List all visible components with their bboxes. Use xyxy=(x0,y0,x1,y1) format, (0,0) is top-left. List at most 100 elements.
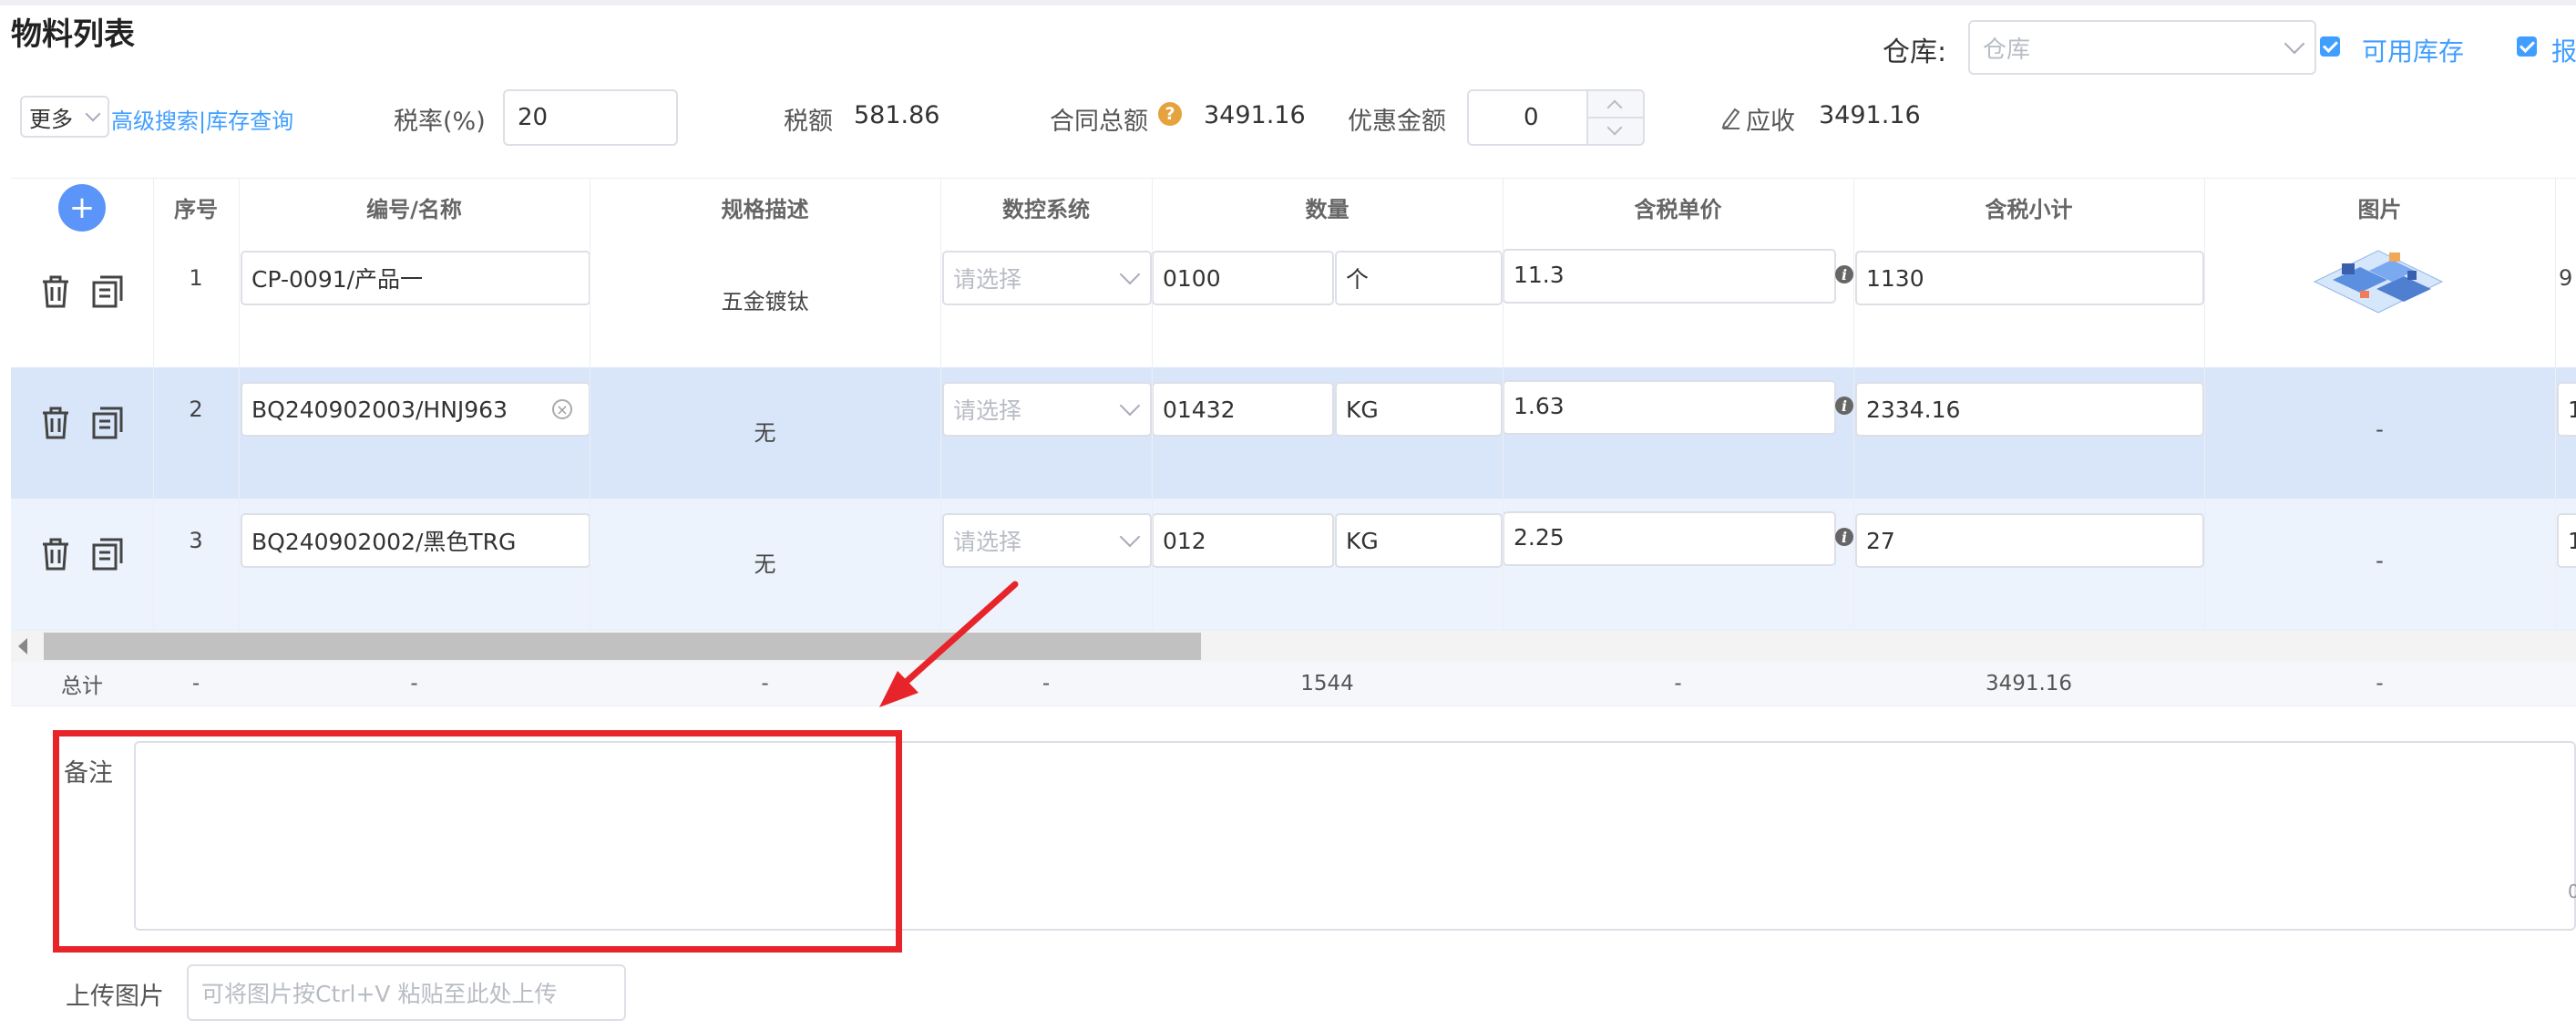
summary-row: 总计 - - - - 1544 - 3491.16 - xyxy=(11,662,2576,706)
summary-cnc: - xyxy=(1042,672,1051,695)
pencil-icon xyxy=(1720,106,1742,133)
unit-input[interactable]: KG xyxy=(1335,382,1503,437)
qty-value: 01432 xyxy=(1163,396,1236,423)
qty-input[interactable]: 01432 xyxy=(1152,382,1334,437)
trash-icon[interactable] xyxy=(40,274,71,313)
row-seq: 3 xyxy=(189,528,203,553)
cnc-select[interactable]: 请选择 xyxy=(942,513,1152,568)
link-separator: | xyxy=(199,108,207,134)
receivable-label: 应收 xyxy=(1746,108,1795,136)
col-header-cnc: 数控系统 xyxy=(1002,196,1090,222)
second-checkbox-label[interactable]: 报 xyxy=(2551,32,2576,68)
col-header-spec: 规格描述 xyxy=(721,196,809,222)
cnc-placeholder: 请选择 xyxy=(953,397,1022,424)
row-spec: 五金镀钛 xyxy=(721,289,809,314)
price-value: 11.3 xyxy=(1514,262,1565,288)
price-input[interactable]: 1.63 xyxy=(1503,380,1836,435)
scrollbar-thumb[interactable] xyxy=(44,633,1201,660)
unit-value: KG xyxy=(1346,527,1379,554)
scroll-left-arrow-icon[interactable] xyxy=(18,638,27,654)
stepper-divider xyxy=(1588,117,1643,118)
extra-input[interactable]: 1 xyxy=(2557,382,2576,437)
summary-code: - xyxy=(410,672,418,695)
stepper-down-icon[interactable] xyxy=(1606,119,1623,136)
price-input[interactable]: 11.3 xyxy=(1503,249,1836,304)
discount-stepper[interactable] xyxy=(1586,91,1643,144)
unit-value: 个 xyxy=(1346,266,1370,293)
info-icon[interactable]: i xyxy=(1835,265,1853,283)
code-input[interactable]: CP-0091/产品一 xyxy=(241,251,590,305)
qty-value: 0100 xyxy=(1163,264,1221,292)
more-dropdown[interactable]: 更多 xyxy=(20,96,109,138)
row-image-empty: - xyxy=(2376,417,2384,442)
info-icon[interactable]: i xyxy=(1835,397,1853,415)
qty-input[interactable]: 0100 xyxy=(1152,251,1334,305)
col-divider xyxy=(940,178,941,630)
upload-paste-area[interactable]: 可将图片按Ctrl+V 粘贴至此处上传 xyxy=(187,964,626,1021)
unit-input[interactable]: 个 xyxy=(1335,251,1503,305)
advanced-search-link[interactable]: 高级搜索 xyxy=(111,108,199,134)
cnc-placeholder: 请选择 xyxy=(953,529,1022,555)
code-value: BQ240902003/HNJ963 xyxy=(251,396,508,423)
trash-icon[interactable] xyxy=(40,537,71,575)
qty-input[interactable]: 012 xyxy=(1152,513,1334,568)
row-spec: 无 xyxy=(754,420,776,446)
unit-input[interactable]: KG xyxy=(1335,513,1503,568)
tax-rate-input[interactable]: 20 xyxy=(503,89,678,146)
code-input[interactable]: BQ240902003/HNJ963 × xyxy=(241,382,590,437)
col-header-qty: 数量 xyxy=(1305,196,1350,222)
top-strip xyxy=(0,0,2576,5)
col-header-seq: 序号 xyxy=(174,196,218,222)
copy-icon[interactable] xyxy=(91,274,124,313)
product-thumbnail[interactable] xyxy=(2305,243,2451,324)
more-label: 更多 xyxy=(29,106,73,132)
subtotal-value: 27 xyxy=(1866,527,1895,554)
summary-qty: 1544 xyxy=(1300,672,1354,695)
cnc-select[interactable]: 请选择 xyxy=(942,251,1152,305)
table-row: 2 BQ240902003/HNJ963 × 无 请选择 01432 KG 1.… xyxy=(11,367,2576,500)
copy-icon[interactable] xyxy=(91,406,124,444)
row-seq: 2 xyxy=(189,397,203,422)
row-image-empty: - xyxy=(2376,548,2384,573)
col-header-image: 图片 xyxy=(2357,196,2402,222)
copy-icon[interactable] xyxy=(91,537,124,575)
add-row-button[interactable]: + xyxy=(58,184,106,232)
chevron-down-icon xyxy=(2284,33,2305,55)
info-icon[interactable]: i xyxy=(1835,528,1853,546)
price-input[interactable]: 2.25 xyxy=(1503,511,1836,566)
remark-counter: 0 xyxy=(2568,881,2576,902)
stepper-up-icon[interactable] xyxy=(1606,99,1623,116)
subtotal-input[interactable]: 1130 xyxy=(1855,251,2204,305)
row-spec: 无 xyxy=(754,551,776,577)
discount-input[interactable]: 0 xyxy=(1467,89,1645,146)
qty-value: 012 xyxy=(1163,527,1206,554)
cnc-select[interactable]: 请选择 xyxy=(942,382,1152,437)
upload-placeholder: 可将图片按Ctrl+V 粘贴至此处上传 xyxy=(201,981,558,1007)
upload-label: 上传图片 xyxy=(66,983,164,1011)
stock-query-link[interactable]: 库存查询 xyxy=(206,108,293,134)
discount-label: 优惠金额 xyxy=(1348,108,1446,136)
col-divider xyxy=(1152,178,1153,630)
discount-value: 0 xyxy=(1524,104,1539,131)
unit-value: KG xyxy=(1346,396,1379,423)
available-stock-checkbox[interactable] xyxy=(2320,36,2340,57)
summary-seq: - xyxy=(191,672,200,695)
subtotal-value: 1130 xyxy=(1866,264,1924,292)
code-input[interactable]: BQ240902002/黑色TRG xyxy=(241,513,590,568)
table-row: 1 CP-0091/产品一 五金镀钛 请选择 0100 个 11.3 i 113… xyxy=(11,236,2576,368)
summary-price: - xyxy=(1674,672,1682,695)
warehouse-label: 仓库: xyxy=(1883,36,1947,68)
clear-icon[interactable]: × xyxy=(552,399,572,419)
warehouse-select[interactable]: 仓库 xyxy=(1968,20,2316,75)
subtotal-input[interactable]: 27 xyxy=(1855,513,2204,568)
second-checkbox[interactable] xyxy=(2517,36,2537,57)
code-value: CP-0091/产品一 xyxy=(251,266,424,293)
subtotal-input[interactable]: 2334.16 xyxy=(1855,382,2204,437)
available-stock-label[interactable]: 可用库存 xyxy=(2362,32,2464,68)
table-row: 3 BQ240902002/黑色TRG 无 请选择 012 KG 2.25 i … xyxy=(11,499,2576,631)
extra-input[interactable]: 1 xyxy=(2557,513,2576,568)
question-icon[interactable]: ? xyxy=(1158,102,1182,126)
trash-icon[interactable] xyxy=(40,406,71,444)
col-header-price: 含税单价 xyxy=(1634,196,1722,222)
chevron-down-icon xyxy=(1119,526,1141,548)
